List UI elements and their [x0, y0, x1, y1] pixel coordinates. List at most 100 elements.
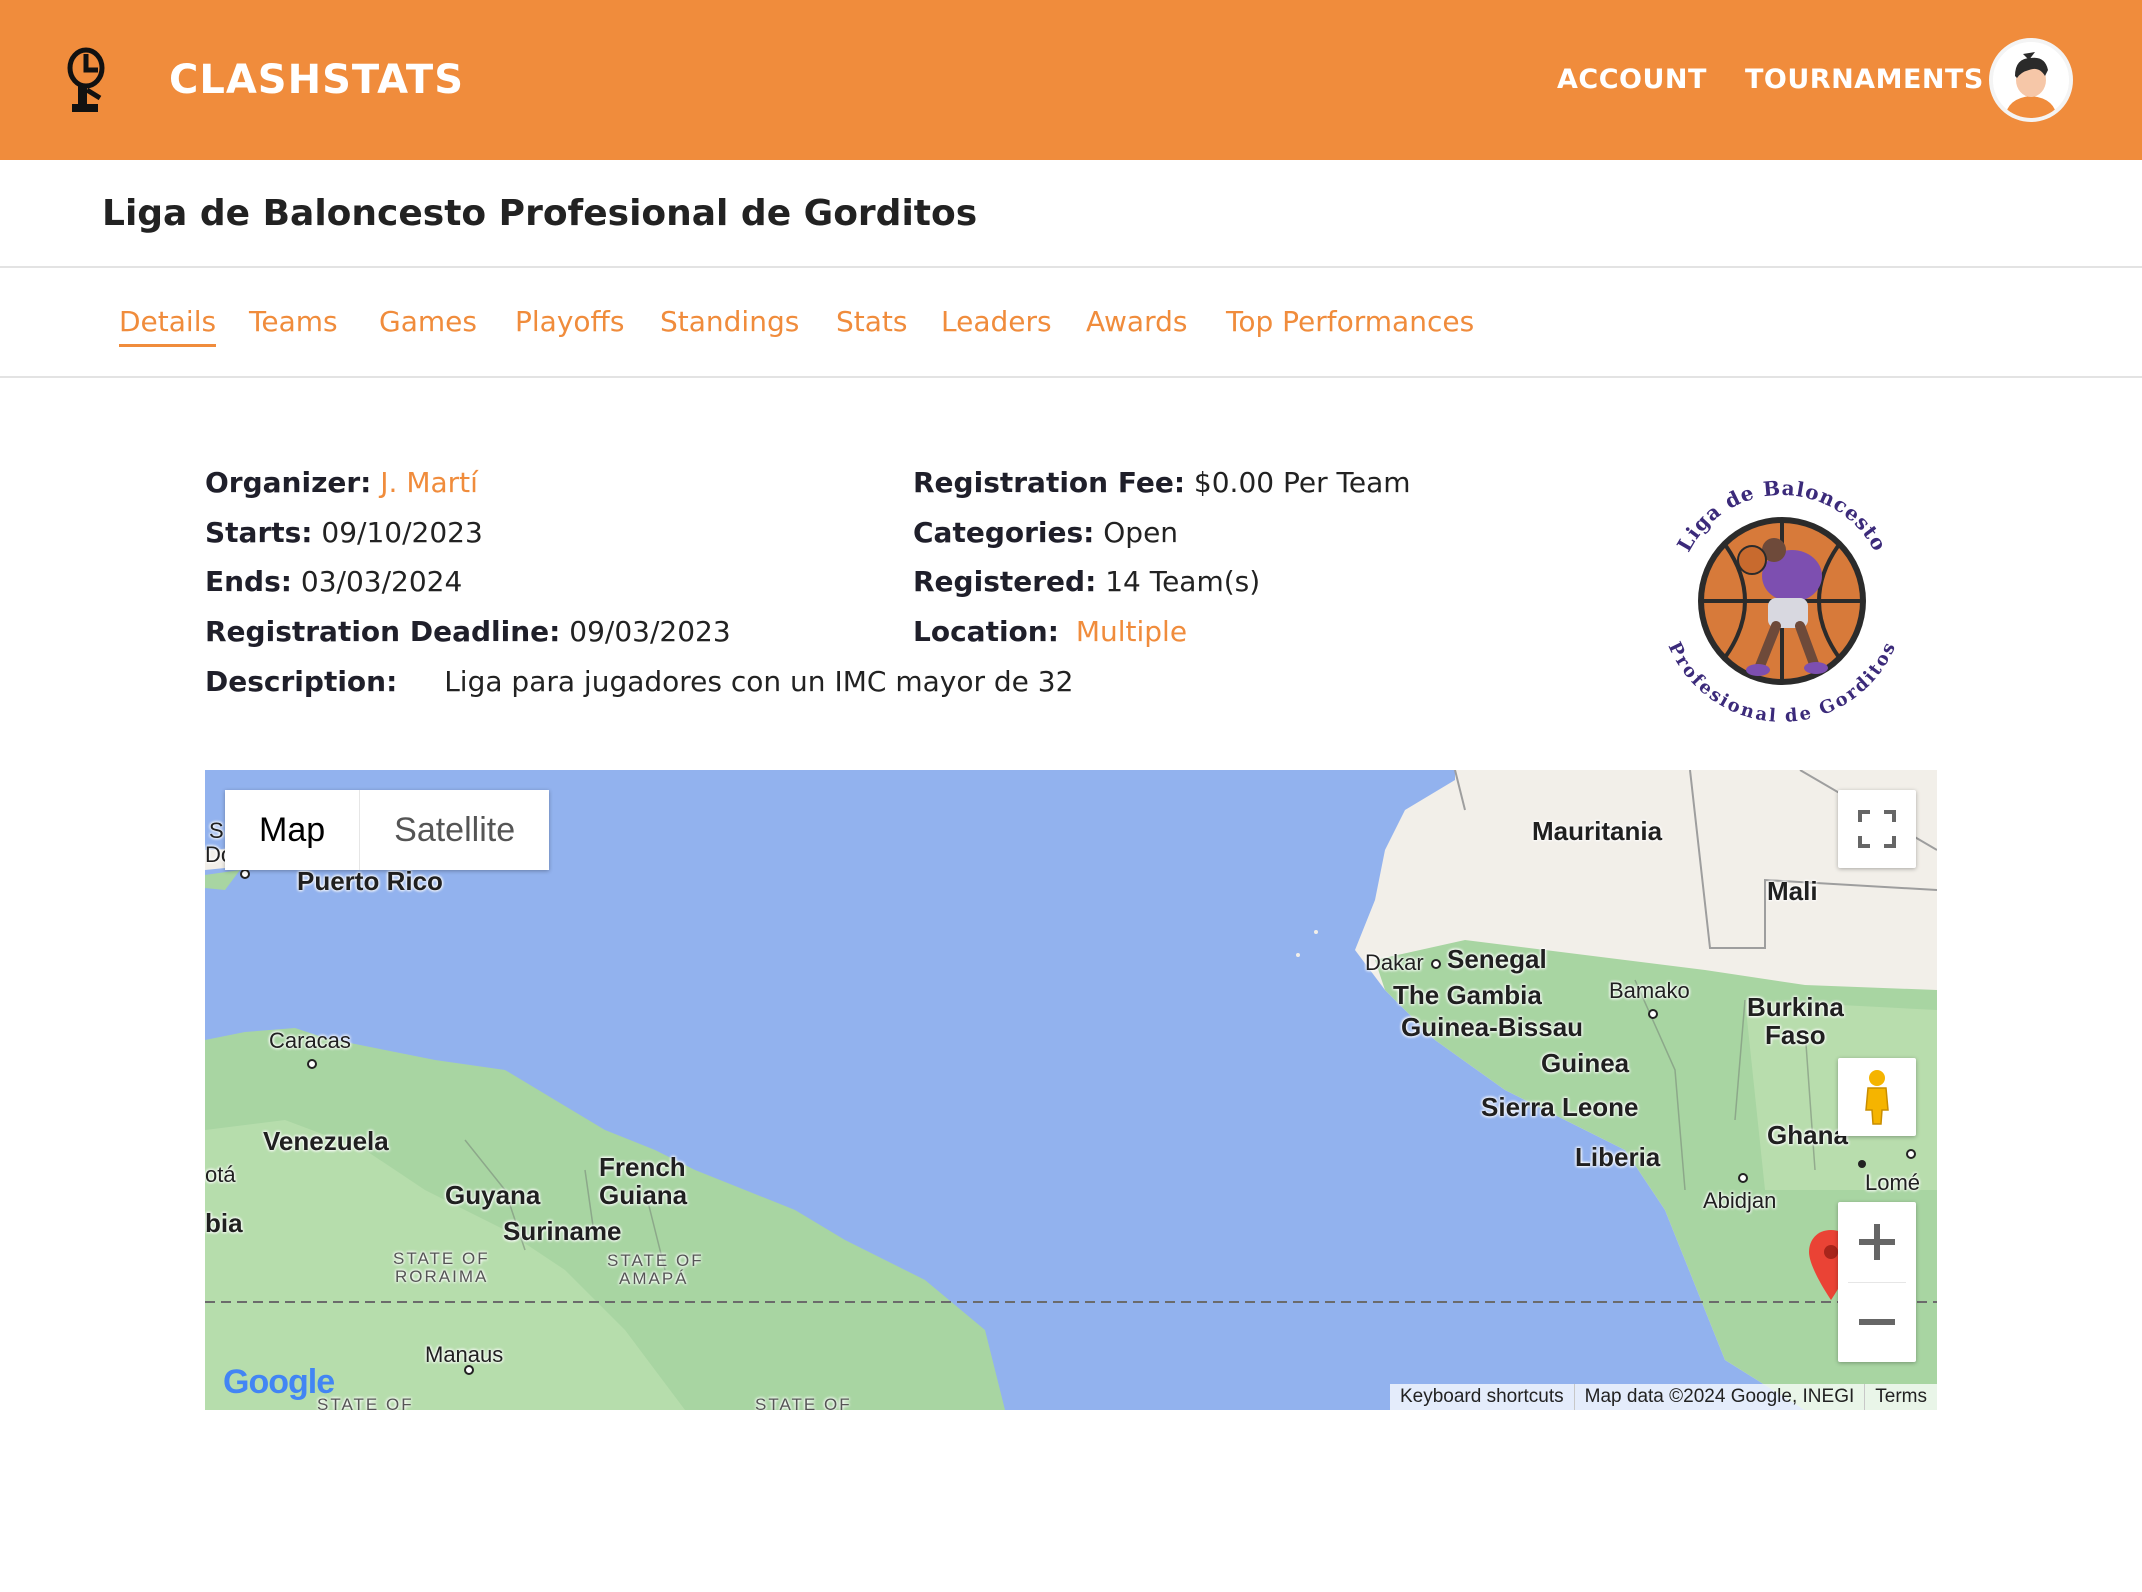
map-type-toggle: Map Satellite — [225, 790, 550, 870]
tab-playoffs[interactable]: Playoffs — [515, 302, 624, 342]
zoom-out-button[interactable] — [1838, 1282, 1916, 1362]
tab-details[interactable]: Details — [119, 302, 217, 347]
map-label-amapa-1: STATE OF — [607, 1251, 704, 1270]
top-navbar: CLASHSTATS ACCOUNT TOURNAMENTS — [0, 0, 2142, 160]
deadline-label: Registration Deadline: — [205, 615, 561, 648]
tab-games[interactable]: Games — [379, 302, 477, 342]
city-dot-icon — [1858, 1160, 1866, 1168]
map-type-map-button[interactable]: Map — [225, 790, 359, 870]
map-label-mauritania: Mauritania — [1532, 816, 1663, 846]
categories-label: Categories: — [913, 516, 1095, 549]
detail-registration-deadline: Registration Deadline: 09/03/2023 — [205, 612, 731, 652]
detail-organizer: Organizer: J. Martí — [205, 463, 478, 503]
map-label-manaus: Manaus — [425, 1342, 504, 1367]
detail-registered: Registered: 14 Team(s) — [913, 562, 1260, 602]
map-label-caracas: Caracas — [269, 1028, 351, 1053]
street-view-button[interactable] — [1838, 1058, 1916, 1136]
map-label-dakar: Dakar — [1365, 950, 1424, 975]
city-dot-icon — [1738, 1173, 1748, 1183]
map-label-guyana: Guyana — [445, 1180, 541, 1210]
map-label-mali: Mali — [1767, 876, 1818, 906]
nav-account-link[interactable]: ACCOUNT — [1557, 62, 1707, 98]
city-dot-icon — [1648, 1009, 1658, 1019]
detail-categories: Categories: Open — [913, 513, 1178, 553]
organizer-label: Organizer: — [205, 466, 372, 499]
city-dot-icon — [1431, 959, 1441, 969]
pegman-icon — [1865, 1070, 1889, 1125]
location-map[interactable]: S Do Puerto Rico Caracas Venezuela otá b… — [205, 770, 1937, 1410]
description-label: Description: — [205, 665, 398, 698]
map-label-edge-s: S — [209, 818, 224, 843]
terms-link[interactable]: Terms — [1864, 1384, 1937, 1410]
user-avatar[interactable] — [1989, 38, 2073, 122]
fee-label: Registration Fee: — [913, 466, 1186, 499]
google-logo-text: Google — [223, 1363, 335, 1401]
map-label-edge-bogota: otá — [205, 1162, 236, 1187]
detail-ends: Ends: 03/03/2024 — [205, 562, 462, 602]
organizer-link[interactable]: J. Martí — [380, 466, 478, 499]
map-label-suriname: Suriname — [503, 1216, 622, 1246]
keyboard-shortcuts-link[interactable]: Keyboard shortcuts — [1390, 1384, 1574, 1410]
map-label-ghana: Ghana — [1767, 1120, 1848, 1150]
league-logo: Liga de Baloncesto Profesional de Gordit… — [1664, 476, 1899, 727]
tab-stats[interactable]: Stats — [836, 302, 907, 342]
map-label-burkina-2: Faso — [1765, 1020, 1826, 1050]
user-avatar-icon — [1993, 42, 2069, 118]
detail-location: Location: Multiple — [913, 612, 1187, 652]
google-logo[interactable]: Google — [223, 1363, 335, 1402]
tab-leaders[interactable]: Leaders — [941, 302, 1052, 342]
tab-teams[interactable]: Teams — [249, 302, 338, 342]
fee-value: $0.00 Per Team — [1193, 466, 1411, 499]
map-label-edge-colombia: bia — [205, 1208, 243, 1238]
tab-top-performances[interactable]: Top Performances — [1226, 302, 1474, 342]
tournament-tabs: Details Teams Games Playoffs Standings S… — [0, 268, 2142, 378]
brand-name[interactable]: CLASHSTATS — [169, 54, 464, 106]
map-label-the-gambia: The Gambia — [1393, 980, 1542, 1010]
registered-value: 14 Team(s) — [1105, 565, 1261, 598]
zoom-control — [1838, 1202, 1916, 1362]
map-label-lome: Lomé — [1865, 1170, 1921, 1195]
map-label-abidjan: Abidjan — [1703, 1188, 1777, 1213]
detail-description: Description: Liga para jugadores con un … — [205, 662, 1073, 702]
ends-value: 03/03/2024 — [300, 565, 463, 598]
map-label-burkina-1: Burkina — [1747, 992, 1844, 1022]
registered-label: Registered: — [913, 565, 1097, 598]
categories-value: Open — [1103, 516, 1179, 549]
map-label-guinea-bissau: Guinea-Bissau — [1401, 1012, 1584, 1042]
fullscreen-button[interactable] — [1838, 790, 1916, 868]
description-value: Liga para jugadores con un IMC mayor de … — [444, 665, 1074, 698]
starts-label: Starts: — [205, 516, 313, 549]
zoom-in-button[interactable] — [1838, 1202, 1916, 1282]
map-label-sierra-leone: Sierra Leone — [1481, 1092, 1639, 1122]
map-data-text: Map data ©2024 Google, INEGI — [1573, 1384, 1865, 1410]
map-type-satellite-button[interactable]: Satellite — [359, 790, 549, 870]
map-label-roraima-2: RORAIMA — [395, 1267, 489, 1286]
city-dot-icon — [307, 1059, 317, 1069]
starts-value: 09/10/2023 — [321, 516, 483, 549]
map-label-state-bottom-2: STATE OF — [755, 1395, 852, 1411]
nav-tournaments-link[interactable]: TOURNAMENTS — [1745, 62, 1984, 98]
tab-standings[interactable]: Standings — [660, 302, 799, 342]
clashstats-logo-icon[interactable] — [58, 46, 114, 114]
city-dot-icon — [1906, 1149, 1916, 1159]
fullscreen-icon — [1858, 810, 1896, 848]
map-label-bamako: Bamako — [1609, 978, 1690, 1003]
map-label-venezuela: Venezuela — [263, 1126, 389, 1156]
title-strip: Liga de Baloncesto Profesional de Gordit… — [0, 160, 2142, 268]
tab-awards[interactable]: Awards — [1086, 302, 1187, 342]
map-label-amapa-2: AMAPÁ — [619, 1269, 689, 1288]
map-label-liberia: Liberia — [1575, 1142, 1661, 1172]
ends-label: Ends: — [205, 565, 292, 598]
location-link[interactable]: Multiple — [1076, 615, 1187, 648]
detail-registration-fee: Registration Fee: $0.00 Per Team — [913, 463, 1411, 503]
map-label-french-guiana-1: French — [599, 1152, 686, 1182]
map-attribution: Keyboard shortcuts Map data ©2024 Google… — [1389, 1384, 1937, 1410]
map-label-senegal: Senegal — [1447, 944, 1547, 974]
tournament-title: Liga de Baloncesto Profesional de Gordit… — [102, 193, 978, 234]
detail-starts: Starts: 09/10/2023 — [205, 513, 483, 553]
map-label-puerto-rico: Puerto Rico — [297, 866, 443, 896]
map-label-roraima-1: STATE OF — [393, 1249, 490, 1268]
location-label: Location: — [913, 615, 1059, 648]
map-label-french-guiana-2: Guiana — [599, 1180, 688, 1210]
deadline-value: 09/03/2023 — [569, 615, 731, 648]
